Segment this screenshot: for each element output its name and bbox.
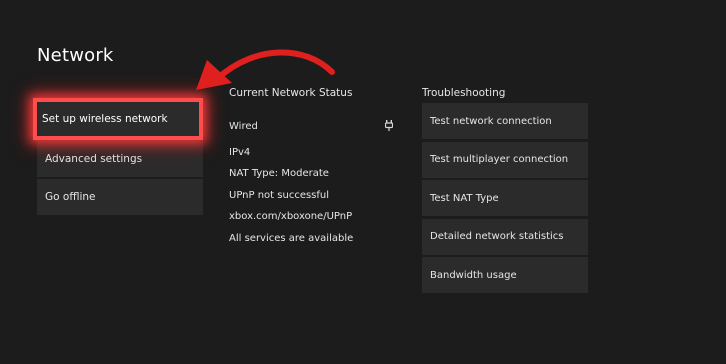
trouble-item-label: Test NAT Type xyxy=(430,192,499,204)
network-status-panel: Current Network Status Wired IPv4 NAT Ty… xyxy=(229,87,399,249)
detailed-network-statistics-button[interactable]: Detailed network statistics xyxy=(422,218,588,255)
test-multiplayer-connection-button[interactable]: Test multiplayer connection xyxy=(422,141,588,178)
wired-plug-icon xyxy=(384,119,394,134)
upnp-status: UPnP not successful xyxy=(229,189,330,201)
set-up-wireless-network-button[interactable]: Set up wireless network xyxy=(33,98,203,140)
trouble-item-label: Bandwidth usage xyxy=(430,269,517,281)
connection-type: Wired xyxy=(229,121,258,133)
services-status: All services are available xyxy=(229,232,354,244)
trouble-item-label: Test network connection xyxy=(430,115,552,127)
connection-type-row: Wired xyxy=(229,116,399,138)
advanced-settings-button[interactable]: Advanced settings xyxy=(37,141,203,177)
upnp-link: xbox.com/xboxone/UPnP xyxy=(229,211,353,223)
go-offline-button[interactable]: Go offline xyxy=(37,179,203,215)
menu-item-label: Set up wireless network xyxy=(42,113,168,125)
bandwidth-usage-button[interactable]: Bandwidth usage xyxy=(422,257,588,293)
trouble-item-label: Detailed network statistics xyxy=(430,231,564,242)
nat-type: NAT Type: Moderate xyxy=(229,168,329,180)
menu-item-label: Go offline xyxy=(45,191,96,203)
network-menu: Set up wireless network Advanced setting… xyxy=(33,98,203,217)
status-heading: Current Network Status xyxy=(229,87,353,99)
test-nat-type-button[interactable]: Test NAT Type xyxy=(422,180,588,216)
test-network-connection-button[interactable]: Test network connection xyxy=(422,103,588,139)
ip-version: IPv4 xyxy=(229,146,251,158)
troubleshooting-panel: Troubleshooting Test network connection … xyxy=(422,87,588,296)
menu-item-label: Advanced settings xyxy=(45,153,143,165)
troubleshooting-heading: Troubleshooting xyxy=(422,87,506,99)
trouble-item-label: Test multiplayer connection xyxy=(430,154,569,165)
page-title: Network xyxy=(37,45,114,66)
